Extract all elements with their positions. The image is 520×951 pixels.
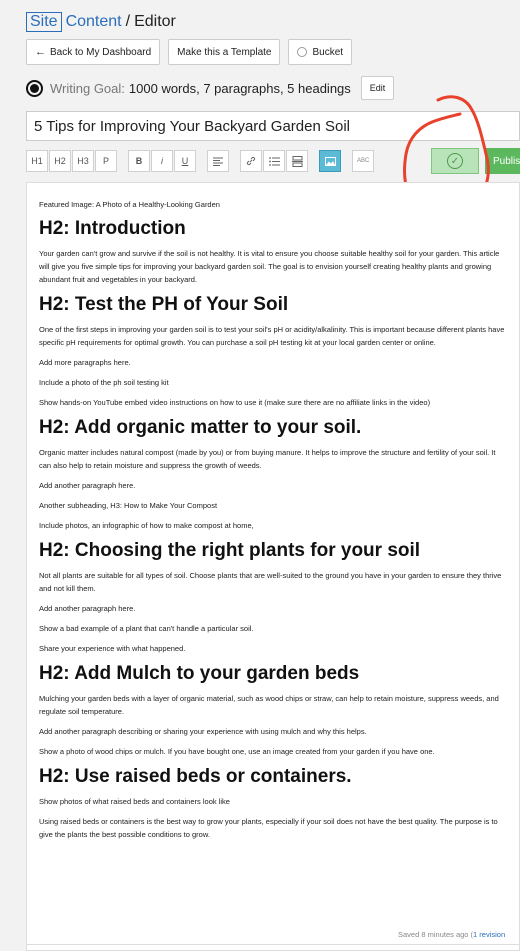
heading2-button[interactable]: H2 bbox=[49, 150, 71, 172]
paragraph: Include photos, an infographic of how to… bbox=[39, 521, 254, 530]
site-link[interactable]: Site bbox=[26, 12, 62, 32]
title-input[interactable]: 5 Tips for Improving Your Backyard Garde… bbox=[26, 111, 520, 141]
heading-raised-beds: H2: Use raised beds or containers. bbox=[39, 766, 352, 787]
italic-button[interactable]: i bbox=[151, 150, 173, 172]
arrow-left-icon: ← bbox=[35, 46, 46, 58]
heading-test-ph: H2: Test the PH of Your Soil bbox=[39, 294, 289, 315]
writing-goal-value: 1000 words, 7 paragraphs, 5 headings bbox=[128, 80, 351, 96]
action-buttons: ← Back to My Dashboard Make this a Templ… bbox=[26, 39, 353, 65]
page-title: Editor bbox=[134, 13, 176, 30]
paragraph: Another subheading, H3: How to Make Your… bbox=[39, 501, 218, 510]
page-break-icon[interactable] bbox=[286, 150, 308, 172]
bucket-icon bbox=[297, 47, 308, 57]
divider bbox=[26, 944, 520, 945]
paragraph: Your garden can't grow and survive if th… bbox=[39, 249, 500, 284]
align-icon[interactable] bbox=[207, 150, 229, 172]
paragraph: One of the first steps in improving your… bbox=[39, 325, 505, 347]
heading-organic-matter: H2: Add organic matter to your soil. bbox=[39, 417, 362, 438]
paragraph: Using raised beds or containers is the b… bbox=[39, 817, 498, 839]
heading-introduction: H2: Introduction bbox=[39, 218, 186, 239]
save-status-text: Saved 8 minutes ago ( bbox=[398, 930, 474, 939]
bucket-button[interactable]: Bucket bbox=[288, 39, 353, 65]
paragraph: Include a photo of the ph soil testing k… bbox=[39, 378, 169, 387]
check-icon: ✓ bbox=[447, 153, 463, 169]
content-link[interactable]: Content bbox=[66, 13, 122, 31]
paragraph: Not all plants are suitable for all type… bbox=[39, 571, 502, 593]
spellcheck-icon[interactable]: ABC bbox=[352, 150, 375, 172]
editor-content[interactable]: Featured Image: A Photo of a Healthy-Loo… bbox=[26, 182, 520, 951]
list-icon[interactable] bbox=[263, 150, 285, 172]
featured-image-note: Featured Image: A Photo of a Healthy-Loo… bbox=[39, 200, 220, 209]
make-template-label: Make this a Template bbox=[177, 46, 272, 58]
edit-goal-button[interactable]: Edit bbox=[360, 76, 395, 100]
link-icon[interactable] bbox=[240, 150, 262, 172]
image-icon[interactable] bbox=[319, 150, 341, 172]
paragraph: Show hands-on YouTube embed video instru… bbox=[39, 398, 431, 407]
save-button[interactable]: ✓ bbox=[431, 148, 479, 174]
paragraph: Show a bad example of a plant that can't… bbox=[39, 624, 254, 633]
paragraph: Add another paragraph describing or shar… bbox=[39, 727, 367, 736]
paragraph: Organic matter includes natural compost … bbox=[39, 448, 496, 470]
underline-button[interactable]: U bbox=[174, 150, 196, 172]
paragraph: Show photos of what raised beds and cont… bbox=[39, 797, 230, 806]
back-to-dashboard-button[interactable]: ← Back to My Dashboard bbox=[26, 39, 161, 65]
heading-choosing-plants: H2: Choosing the right plants for your s… bbox=[39, 540, 421, 561]
paragraph: Add more paragraphs here. bbox=[39, 358, 131, 367]
publish-button[interactable]: Publish bbox=[485, 148, 520, 174]
paragraph: Share your experience with what happened… bbox=[39, 644, 186, 653]
heading3-button[interactable]: H3 bbox=[72, 150, 94, 172]
paragraph: Show a photo of wood chips or mulch. If … bbox=[39, 747, 435, 756]
paragraph: Add another paragraph here. bbox=[39, 481, 136, 490]
back-to-dashboard-label: Back to My Dashboard bbox=[50, 46, 152, 58]
save-status: Saved 8 minutes ago (1 revision bbox=[398, 930, 505, 939]
revisions-link[interactable]: 1 revision bbox=[473, 930, 505, 939]
heading-add-mulch: H2: Add Mulch to your garden beds bbox=[39, 663, 360, 684]
paragraph: Add another paragraph here. bbox=[39, 604, 136, 613]
heading1-button[interactable]: H1 bbox=[26, 150, 48, 172]
goal-radio[interactable] bbox=[26, 79, 43, 97]
paragraph-button[interactable]: P bbox=[95, 150, 117, 172]
make-template-button[interactable]: Make this a Template bbox=[168, 39, 281, 65]
bold-button[interactable]: B bbox=[128, 150, 150, 172]
editor-toolbar: H1 H2 H3 P B i U ABC bbox=[26, 148, 375, 174]
bucket-label: Bucket bbox=[312, 46, 344, 58]
writing-goal: Writing Goal: 1000 words, 7 paragraphs, … bbox=[26, 76, 395, 100]
paragraph: Mulching your garden beds with a layer o… bbox=[39, 694, 499, 716]
writing-goal-label: Writing Goal: bbox=[50, 80, 125, 96]
breadcrumb-separator: / bbox=[125, 13, 131, 30]
breadcrumb: Site Content / Editor bbox=[26, 10, 176, 34]
